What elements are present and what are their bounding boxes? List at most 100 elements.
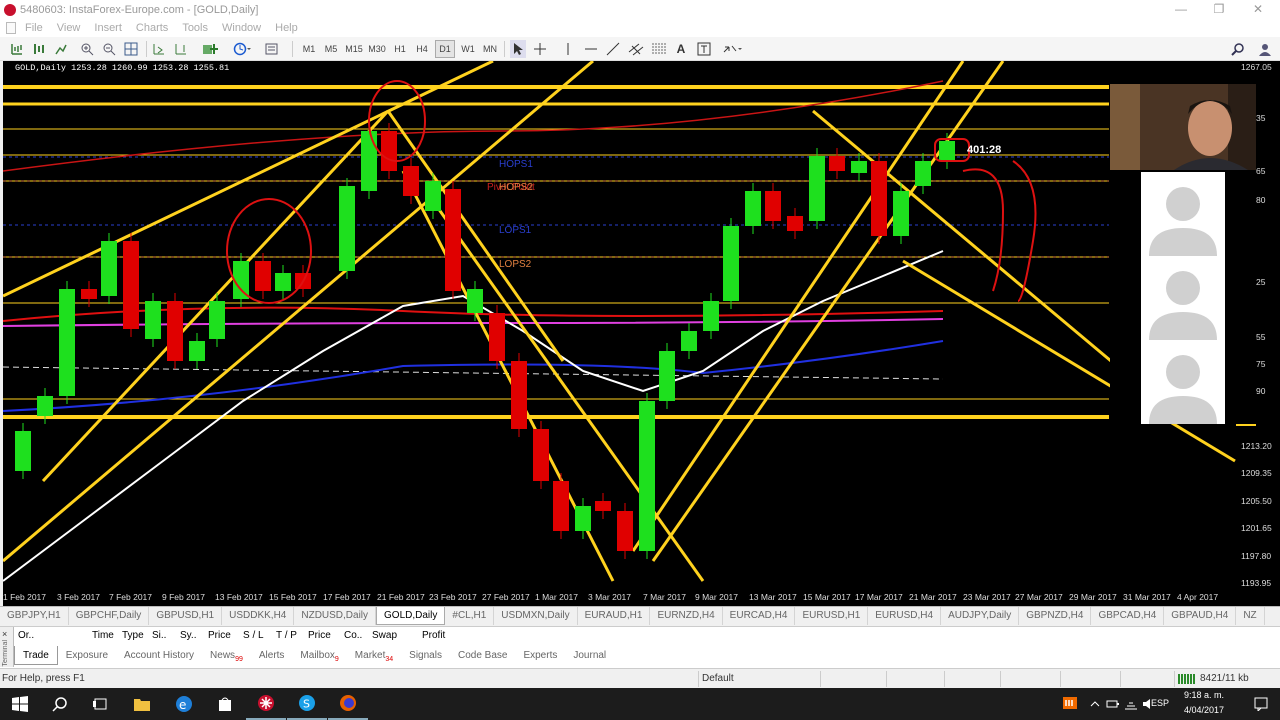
terminal-tab[interactable]: Trade [14, 646, 58, 665]
templates-icon[interactable] [262, 40, 286, 58]
network-icon[interactable] [1122, 688, 1140, 720]
battery-icon[interactable] [1104, 688, 1122, 720]
terminal-tab[interactable]: Experts [515, 646, 565, 665]
column-take-profit[interactable]: T / P [276, 630, 297, 641]
fibonacci-icon[interactable] [650, 40, 668, 58]
new-chart-icon[interactable] [8, 40, 26, 58]
chat-notification-icon[interactable] [1058, 688, 1082, 720]
column-order[interactable]: Or.. [18, 630, 34, 641]
column-type[interactable]: Type [122, 630, 144, 641]
chart-tab[interactable]: USDMXN,Daily [494, 607, 578, 625]
chart-tab[interactable]: GOLD,Daily [376, 607, 446, 625]
timeframe-h1[interactable]: H1 [391, 40, 409, 58]
skype-icon[interactable]: S [287, 688, 327, 720]
price-chart[interactable]: GOLD,Daily 1253.28 1260.99 1253.28 1255.… [3, 61, 1255, 606]
edge-browser-icon[interactable]: e [164, 688, 204, 720]
terminal-tab[interactable]: Journal [565, 646, 614, 665]
timeframe-m30[interactable]: M30 [367, 40, 387, 58]
column-symbol[interactable]: Sy.. [180, 630, 196, 641]
timeframe-m5[interactable]: M5 [322, 40, 340, 58]
chart-tab[interactable]: GBPCHF,Daily [69, 607, 150, 625]
crosshair-icon[interactable] [532, 40, 548, 58]
terminal-tab[interactable]: Account History [116, 646, 202, 665]
clock-time[interactable]: 9:18 a. m. [1172, 690, 1236, 700]
chart-tab[interactable]: GBPNZD,H4 [1019, 607, 1092, 625]
chart-tab[interactable]: GBPAUD,H4 [1164, 607, 1237, 625]
chart-tab[interactable]: #CL,H1 [445, 607, 495, 625]
text-icon[interactable]: A [673, 40, 689, 58]
chart-tab[interactable]: USDDKK,H4 [222, 607, 295, 625]
file-explorer-icon[interactable] [122, 688, 162, 720]
chart-tab[interactable]: AUDJPY,Daily [941, 607, 1020, 625]
equidistant-channel-icon[interactable] [627, 40, 645, 58]
close-button[interactable]: ✕ [1240, 0, 1276, 19]
timeframe-h4[interactable]: H4 [413, 40, 431, 58]
timeframe-m15[interactable]: M15 [344, 40, 364, 58]
tile-windows-icon[interactable] [122, 40, 140, 58]
menu-file[interactable]: File [25, 22, 43, 34]
time-scale[interactable]: 1 Feb 2017 3 Feb 2017 7 Feb 2017 9 Feb 2017… [3, 590, 1255, 606]
terminal-tab[interactable]: Alerts [251, 646, 293, 665]
instaforex-icon[interactable] [246, 688, 286, 720]
clock-date[interactable]: 4/04/2017 [1172, 705, 1236, 715]
menu-charts[interactable]: Charts [136, 22, 168, 34]
zoom-in-icon[interactable] [78, 40, 96, 58]
minimize-button[interactable]: — [1163, 0, 1199, 19]
chart-canvas[interactable] [3, 61, 1255, 606]
timeframe-mn[interactable]: MN [481, 40, 499, 58]
chart-tab[interactable]: NZDUSD,Daily [294, 607, 377, 625]
column-time[interactable]: Time [92, 630, 114, 641]
arrows-icon[interactable] [720, 40, 744, 58]
horizontal-line-icon[interactable] [583, 40, 599, 58]
menu-window[interactable]: Window [222, 22, 261, 34]
timeframe-w1[interactable]: W1 [459, 40, 477, 58]
market-watch-icon[interactable] [30, 40, 48, 58]
vertical-line-icon[interactable] [560, 40, 576, 58]
notifications-icon[interactable] [1244, 688, 1278, 720]
terminal-tab[interactable]: Code Base [450, 646, 515, 665]
firefox-icon[interactable] [328, 688, 368, 720]
menu-view[interactable]: View [57, 22, 81, 34]
language-indicator[interactable]: ESP [1150, 698, 1170, 708]
tray-expand-icon[interactable] [1086, 688, 1104, 720]
chart-tab[interactable]: EURAUD,H1 [578, 607, 651, 625]
chart-tab[interactable]: GBPJPY,H1 [0, 607, 69, 625]
search-icon[interactable] [1230, 40, 1246, 58]
trendline-icon[interactable] [605, 40, 621, 58]
indicators-icon[interactable] [200, 40, 222, 58]
store-icon[interactable] [205, 688, 245, 720]
column-commission[interactable]: Co.. [344, 630, 362, 641]
zoom-out-icon[interactable] [100, 40, 118, 58]
restore-button[interactable]: ❐ [1201, 0, 1237, 19]
column-size[interactable]: Si.. [152, 630, 166, 641]
chart-tab[interactable]: EURUSD,H4 [868, 607, 942, 625]
chart-tab[interactable]: GBPUSD,H1 [149, 607, 223, 625]
search-icon[interactable] [40, 688, 80, 720]
terminal-tab[interactable]: Exposure [58, 646, 116, 665]
chart-tab[interactable]: EURUSD,H1 [795, 607, 869, 625]
chart-tab[interactable]: EURNZD,H4 [650, 607, 723, 625]
terminal-tab[interactable]: Signals [401, 646, 450, 665]
close-icon[interactable]: × [2, 629, 7, 639]
windows-start-icon[interactable] [0, 688, 40, 720]
cursor-icon[interactable] [510, 40, 526, 58]
chart-tab[interactable]: NZ [1236, 607, 1265, 625]
data-window-icon[interactable] [52, 40, 70, 58]
column-profit[interactable]: Profit [422, 630, 445, 641]
terminal-tab[interactable]: Mailbox9 [292, 646, 346, 665]
menu-insert[interactable]: Insert [94, 22, 122, 34]
menu-help[interactable]: Help [275, 22, 298, 34]
terminal-tab[interactable]: News99 [202, 646, 251, 665]
chart-tab[interactable]: EURCAD,H4 [723, 607, 796, 625]
column-swap[interactable]: Swap [372, 630, 397, 641]
column-stop-loss[interactable]: S / L [243, 630, 264, 641]
text-label-icon[interactable] [695, 40, 713, 58]
account-icon[interactable] [1256, 40, 1274, 58]
chart-shift-icon[interactable] [172, 40, 190, 58]
chart-tab[interactable]: GBPCAD,H4 [1091, 607, 1165, 625]
periods-icon[interactable] [230, 40, 254, 58]
column-current-price[interactable]: Price [308, 630, 331, 641]
menu-tools[interactable]: Tools [182, 22, 208, 34]
column-price[interactable]: Price [208, 630, 231, 641]
terminal-tab[interactable]: Market34 [347, 646, 401, 665]
